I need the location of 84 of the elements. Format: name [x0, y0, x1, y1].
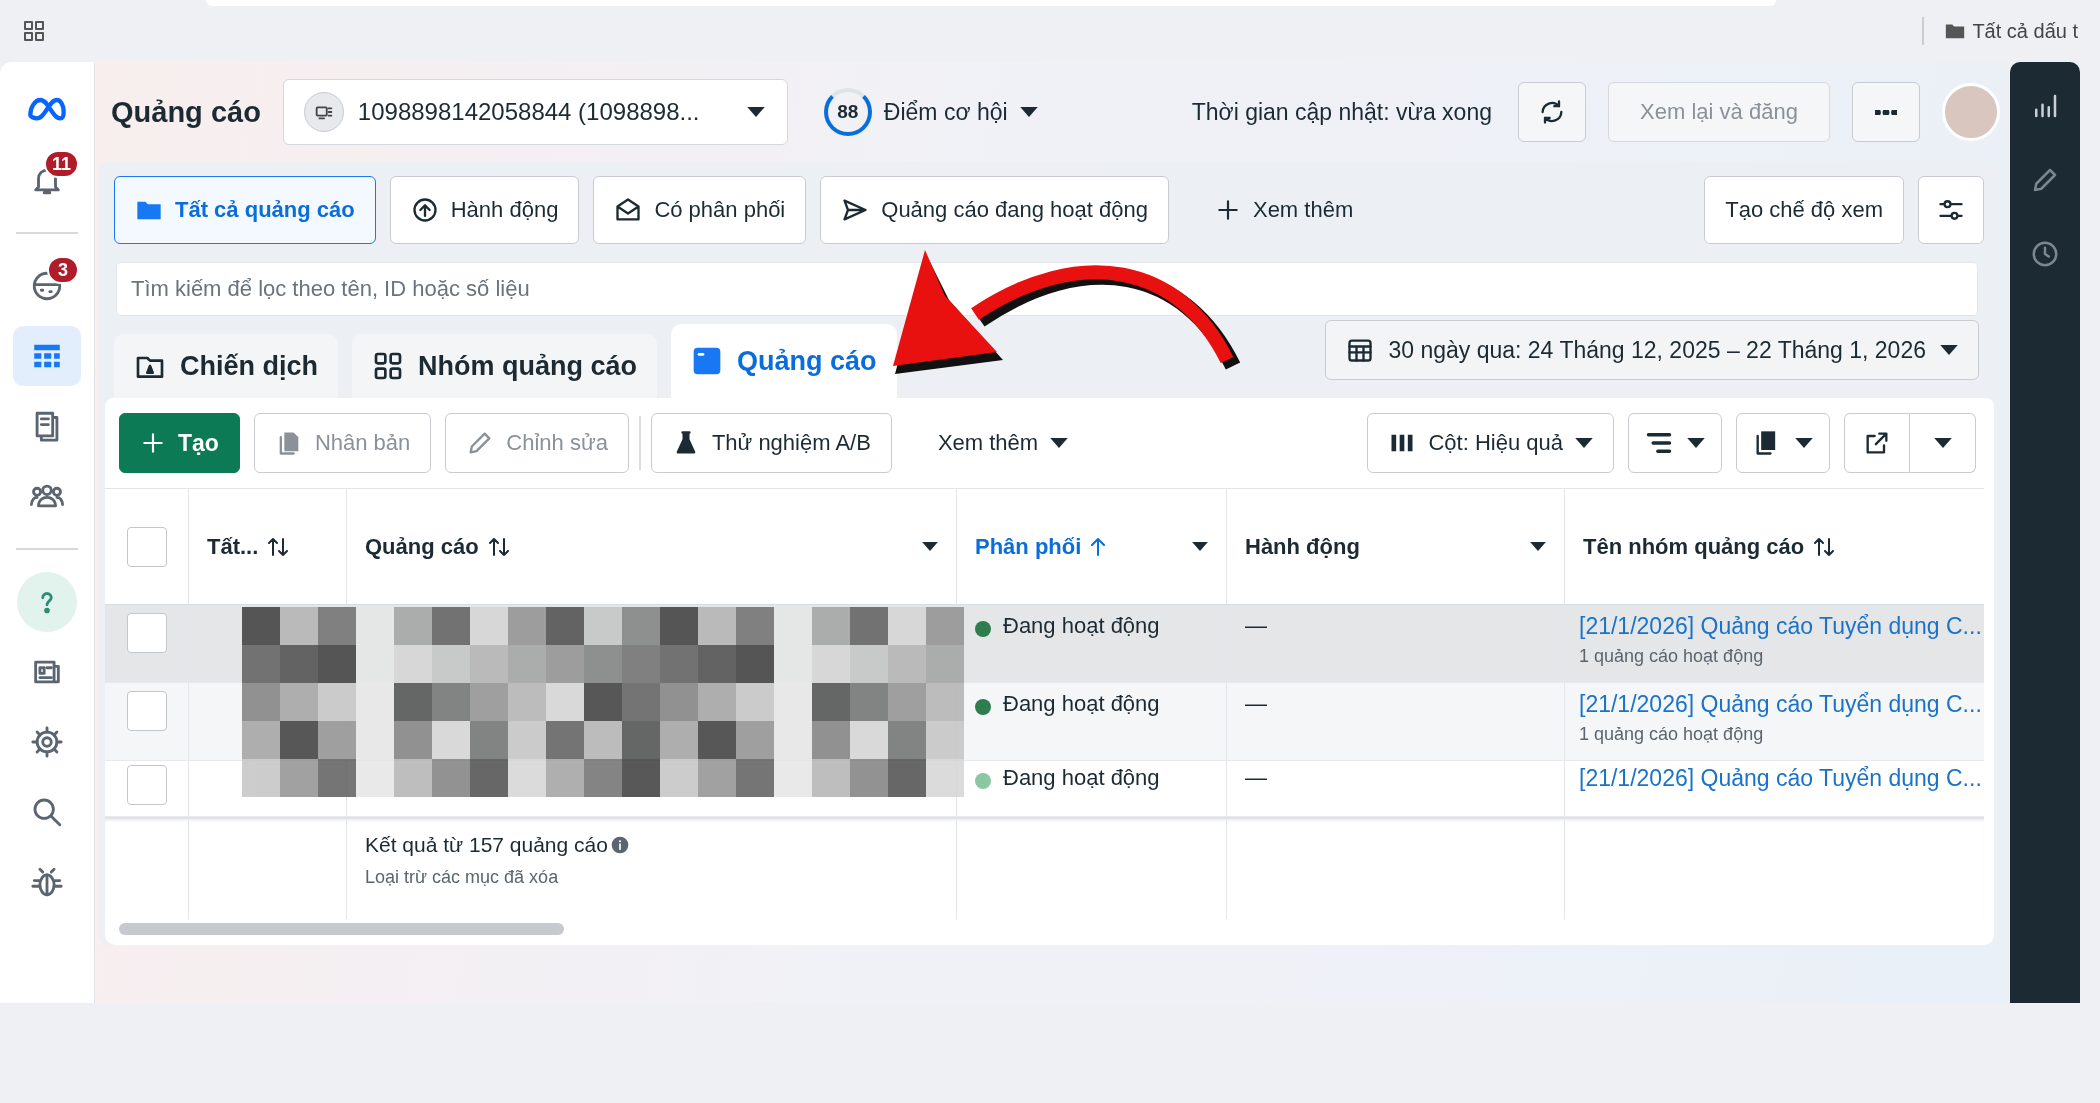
bookmark-folder[interactable]: Tất cả dấu t	[1944, 19, 2078, 43]
caret-icon	[1530, 542, 1546, 551]
caret-icon	[1050, 438, 1069, 448]
date-range-dropdown[interactable]: 30 ngày qua: 24 Tháng 12, 2025 – 22 Tháng 1, 2026	[1325, 320, 1979, 380]
level-tab[interactable]: Chiến dịch	[114, 334, 338, 398]
more-icon	[1875, 109, 1897, 115]
column-header[interactable]: Phân phối	[957, 489, 1227, 604]
filter-tab[interactable]: Hành động	[389, 176, 580, 244]
sort-icon	[1814, 537, 1835, 556]
adset-link[interactable]: [21/1/2026] Quảng cáo Tuyển dụng C...	[1579, 765, 1982, 792]
more-filters-button[interactable]: Xem thêm	[1194, 180, 1374, 240]
bell-button[interactable]: 11	[13, 150, 81, 210]
page-title: Quảng cáo	[111, 95, 261, 129]
score-label: Điểm cơ hội	[883, 98, 1008, 126]
score-gauge: 88	[823, 88, 872, 136]
row-checkbox[interactable]	[126, 691, 167, 731]
clock-icon	[2030, 239, 2060, 269]
caret-icon	[1192, 542, 1208, 551]
face-button[interactable]: 3	[13, 256, 81, 316]
envelope-icon	[614, 196, 643, 224]
filter-tab[interactable]: Quảng cáo đang hoạt động	[820, 176, 1169, 244]
columns-dropdown[interactable]: Cột: Hiệu quả	[1367, 413, 1614, 473]
caret-icon	[1795, 438, 1813, 448]
apps-icon	[22, 19, 46, 43]
select-all-checkbox[interactable]	[126, 526, 167, 567]
adset-note: 1 quảng cáo hoạt động	[1579, 724, 1764, 745]
export-button[interactable]	[1844, 413, 1910, 473]
caret-icon	[922, 542, 938, 551]
reports-dropdown[interactable]	[1736, 413, 1830, 473]
create-view-button[interactable]: Tạo chế độ xem	[1704, 176, 1904, 244]
row-checkbox[interactable]	[126, 765, 167, 805]
adset-link[interactable]: [21/1/2026] Quảng cáo Tuyển dụng C...	[1579, 613, 1982, 640]
caret-icon	[1575, 438, 1593, 448]
column-header[interactable]: Tất...	[189, 489, 347, 604]
create-button[interactable]: Tạo	[119, 413, 240, 473]
sort-icon	[268, 537, 289, 556]
level-tab[interactable]: Nhóm quảng cáo	[352, 334, 658, 398]
column-header[interactable]: Tên nhóm quảng cáo	[1565, 489, 1984, 604]
sort-icon	[488, 537, 509, 556]
notification-badge: 11	[43, 150, 79, 178]
caret-icon	[1933, 438, 1952, 448]
more-button[interactable]	[1852, 82, 1920, 142]
column-header[interactable]: Hành động	[1227, 489, 1565, 604]
info-icon	[609, 835, 630, 855]
filter-settings-button[interactable]	[1918, 176, 1984, 244]
account-dropdown[interactable]: 1098898142058844 (1098898...	[282, 79, 788, 145]
adset-link[interactable]: [21/1/2026] Quảng cáo Tuyển dụng C...	[1579, 691, 1982, 718]
update-time-text: Thời gian cập nhật: vừa xong	[1191, 98, 1492, 126]
notification-badge: 3	[47, 256, 79, 284]
table-cell: —	[1245, 765, 1267, 791]
grid-icon	[372, 350, 404, 382]
ab-test-button[interactable]: Thử nghiệm A/B	[650, 413, 892, 473]
delivery-status: Đang hoạt động	[1003, 691, 1160, 717]
plus-icon	[140, 430, 166, 456]
column-header[interactable]: Quảng cáo	[347, 489, 957, 604]
filter-tab[interactable]: Tất cả quảng cáo	[114, 176, 376, 244]
search-field[interactable]: Tìm kiếm để lọc theo tên, ID hoặc số liệu	[116, 262, 1978, 316]
adset-note: 1 quảng cáo hoạt động	[1579, 646, 1764, 667]
caret-icon	[1940, 345, 1958, 355]
more-actions-dropdown[interactable]: Xem thêm	[917, 413, 1089, 473]
table-cell: —	[1245, 691, 1267, 717]
upload-icon	[410, 196, 439, 224]
level-tab[interactable]: Quảng cáo	[671, 324, 897, 398]
results-note: Loại trừ các mục đã xóa	[365, 867, 559, 888]
delivery-status: Đang hoạt động	[1003, 765, 1160, 791]
delivery-status: Đang hoạt động	[1003, 613, 1160, 639]
filter-tab[interactable]: Có phân phối	[593, 176, 807, 244]
sort-icon	[1091, 537, 1106, 556]
row-checkbox[interactable]	[126, 613, 167, 653]
results-summary: Kết quả từ 157 quảng cáo	[365, 833, 608, 857]
breakdown-dropdown[interactable]	[1628, 413, 1722, 473]
send-icon	[841, 196, 870, 224]
caret-icon	[1687, 438, 1705, 448]
table-button[interactable]	[13, 326, 81, 386]
bug-icon	[30, 865, 64, 899]
settings-icon	[30, 725, 64, 759]
table-cell: —	[1245, 613, 1267, 639]
scrollbar[interactable]	[119, 923, 564, 935]
caret-icon	[1019, 107, 1038, 117]
export-menu-button[interactable]	[1910, 413, 1976, 473]
refresh-button[interactable]	[1518, 82, 1586, 142]
help-button[interactable]	[17, 572, 77, 632]
opportunity-score[interactable]: 88 Điểm cơ hội	[823, 88, 1038, 136]
caret-icon	[746, 107, 765, 117]
